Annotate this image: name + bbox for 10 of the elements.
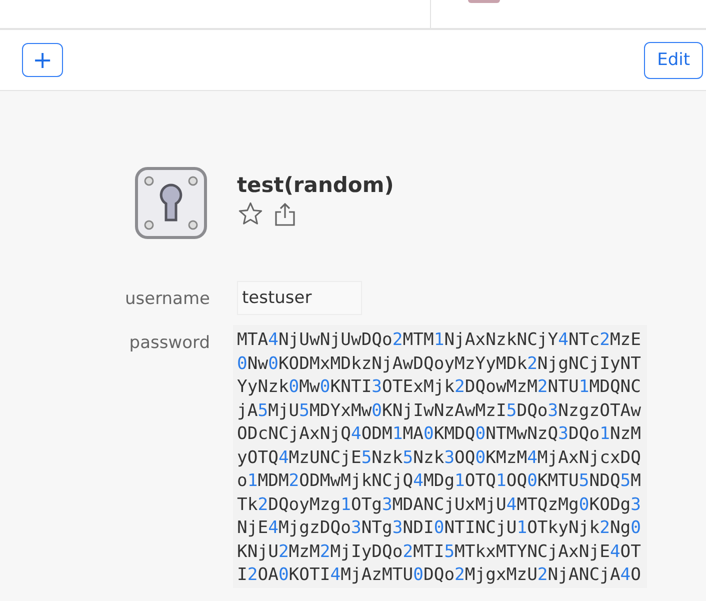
add-button[interactable]: + bbox=[22, 43, 63, 77]
keyhole-icon bbox=[135, 167, 207, 239]
item-title: test(random) bbox=[237, 173, 394, 197]
share-icon[interactable] bbox=[274, 202, 296, 226]
username-field[interactable]: testuser bbox=[237, 281, 362, 315]
field-label: password bbox=[128, 332, 210, 353]
tab-marker bbox=[468, 0, 500, 3]
field-label: username bbox=[124, 288, 210, 309]
star-icon[interactable] bbox=[237, 201, 264, 227]
edit-button[interactable]: Edit bbox=[644, 42, 703, 78]
